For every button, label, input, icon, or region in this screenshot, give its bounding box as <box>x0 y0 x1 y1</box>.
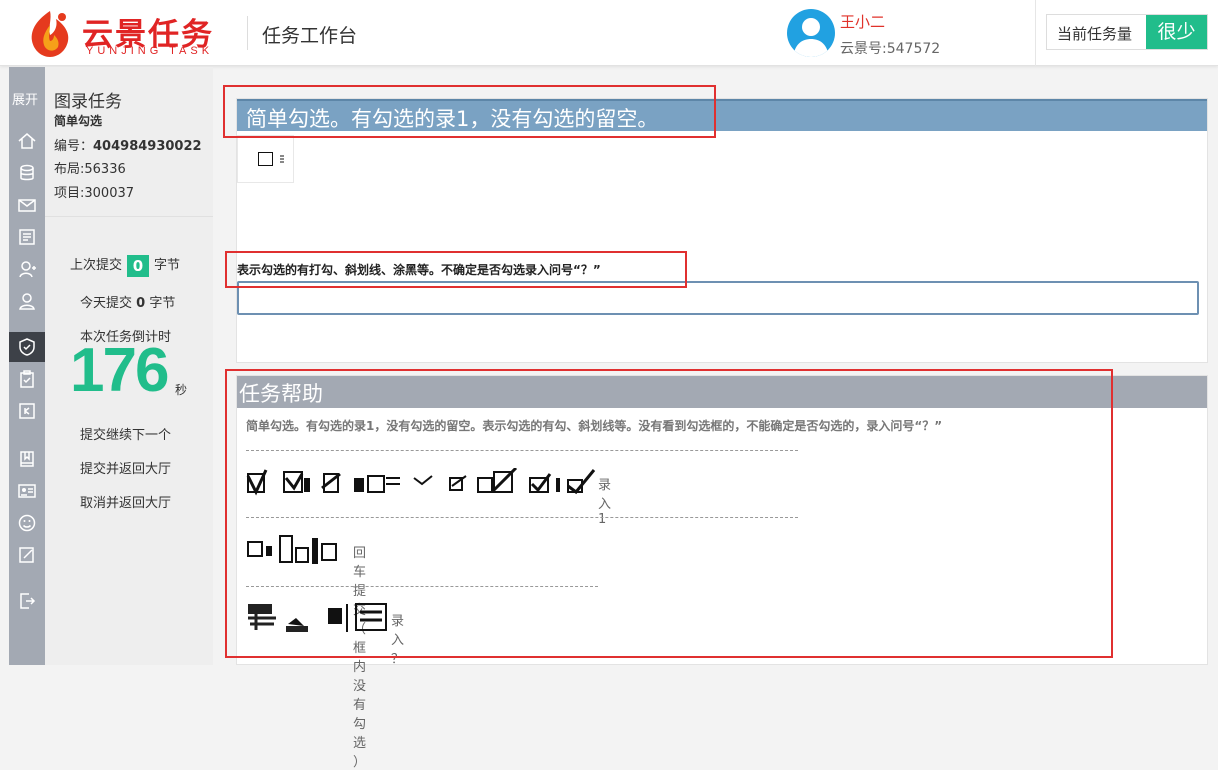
key-icon[interactable] <box>17 401 37 421</box>
help-description: 简单勾选。有勾选的录1，没有勾选的留空。表示勾选的有勾、斜划线等。没有看到勾选框… <box>246 419 943 433</box>
last-submit-unit: 字节 <box>154 258 181 273</box>
task-id-value: 404984930022 <box>93 139 202 154</box>
logo-english-text: YUNJING TASK <box>86 45 214 57</box>
user-add-icon[interactable] <box>17 259 37 279</box>
top-header: 云景任务 YUNJING TASK 任务工作台 王小二 云景号:547572 当… <box>0 0 1218 66</box>
unchecked-examples-image <box>247 535 337 564</box>
task-card-header: 简单勾选。有勾选的录1，没有勾选的留空。 <box>237 99 1207 131</box>
task-type: 简单勾选 <box>54 114 103 128</box>
task-id: 编号：404984930022 <box>54 135 202 154</box>
countdown-value: 176 <box>70 336 169 405</box>
help-divider <box>246 517 798 518</box>
help-card-header: 任务帮助 <box>237 376 1207 408</box>
last-submit-label: 上次提交 <box>70 258 123 273</box>
submit-return-button[interactable]: 提交并返回大厅 <box>80 458 171 477</box>
task-load-value: 很少 <box>1146 15 1207 49</box>
task-project: 项目:300037 <box>54 186 135 201</box>
clipboard-icon[interactable] <box>17 369 37 389</box>
last-submit-value: 0 <box>127 254 150 277</box>
task-info-panel: 图录任务 简单勾选 编号：404984930022 布局:56336 项目:30… <box>45 67 213 665</box>
flame-logo-icon <box>31 11 69 57</box>
header-divider-right <box>1035 0 1036 66</box>
task-layout: 布局:56336 <box>54 162 126 177</box>
brand-logo[interactable]: 云景任务 YUNJING TASK <box>24 5 234 60</box>
logout-icon[interactable] <box>17 591 37 611</box>
unsure-examples-image <box>248 603 387 632</box>
document-icon[interactable] <box>17 227 37 247</box>
id-card-icon[interactable] <box>17 481 37 501</box>
help-card: 任务帮助 简单勾选。有勾选的录1，没有勾选的留空。表示勾选的有勾、斜划线等。没有… <box>236 375 1208 770</box>
task-id-label: 编号： <box>54 139 94 154</box>
cancel-return-button[interactable]: 取消并返回大厅 <box>80 492 171 511</box>
submit-next-button[interactable]: 提交继续下一个 <box>80 424 171 443</box>
sidebar-rail: 展开 <box>9 67 45 665</box>
user-icon[interactable] <box>17 291 37 311</box>
task-meta: 图录任务 简单勾选 编号：404984930022 布局:56336 项目:30… <box>45 67 213 217</box>
user-avatar[interactable] <box>787 9 835 57</box>
page-title: 任务工作台 <box>262 25 358 47</box>
task-card: 简单勾选。有勾选的录1，没有勾选的留空。 表示勾选的有打勾、斜划线、涂黑等。不确… <box>236 98 1208 363</box>
countdown-unit: 秒 <box>175 383 188 397</box>
task-hint: 表示勾选的有打勾、斜划线、涂黑等。不确定是否勾选录入问号“？” <box>237 263 601 277</box>
database-icon[interactable] <box>17 163 37 183</box>
answer-input[interactable] <box>237 281 1199 315</box>
checked-examples-image <box>246 466 596 496</box>
task-image-snippet <box>237 135 294 183</box>
sidebar-expand-button[interactable]: 展开 <box>12 89 38 108</box>
help-sample-checked-label: 录入 1 <box>598 478 612 527</box>
mail-icon[interactable] <box>17 195 37 215</box>
user-id: 云景号:547572 <box>840 41 941 57</box>
help-divider <box>246 450 798 451</box>
task-load-indicator: 当前任务量 很少 <box>1046 14 1208 50</box>
help-sample-empty: 回车提交 （ 框内没有勾选 ） <box>246 534 366 770</box>
checkbox-label-mark <box>279 152 285 166</box>
user-name[interactable]: 王小二 <box>840 11 885 32</box>
smile-icon[interactable] <box>17 513 37 533</box>
today-submit-unit: 字节 <box>149 296 176 311</box>
help-heading: 任务帮助 <box>239 382 323 406</box>
help-sample-checked: 录入 1 <box>246 466 611 527</box>
today-submit-value: 0 <box>136 296 146 311</box>
help-divider <box>246 586 598 587</box>
checkbox-image-icon <box>258 152 273 166</box>
task-instruction-heading: 简单勾选。有勾选的录1，没有勾选的留空。 <box>246 107 659 131</box>
shield-check-icon[interactable] <box>17 337 37 357</box>
book-icon[interactable] <box>17 449 37 469</box>
home-icon[interactable] <box>17 131 37 151</box>
today-submit-label: 今天提交 <box>80 296 133 311</box>
edit-icon[interactable] <box>17 545 37 565</box>
today-submit-stat: 今天提交 0 字节 <box>80 292 175 311</box>
header-divider <box>247 16 248 50</box>
help-sample-unsure: 录入 ？ <box>246 600 404 667</box>
last-submit-stat: 上次提交 0 字节 <box>70 254 180 277</box>
task-category-title: 图录任务 <box>54 92 122 112</box>
user-avatar-icon <box>793 18 829 57</box>
task-load-label: 当前任务量 <box>1057 25 1133 43</box>
help-sample-unsure-label: 录入 ？ <box>391 614 405 667</box>
help-sample-empty-label: 回车提交 （ 框内没有勾选 ） <box>353 546 367 770</box>
